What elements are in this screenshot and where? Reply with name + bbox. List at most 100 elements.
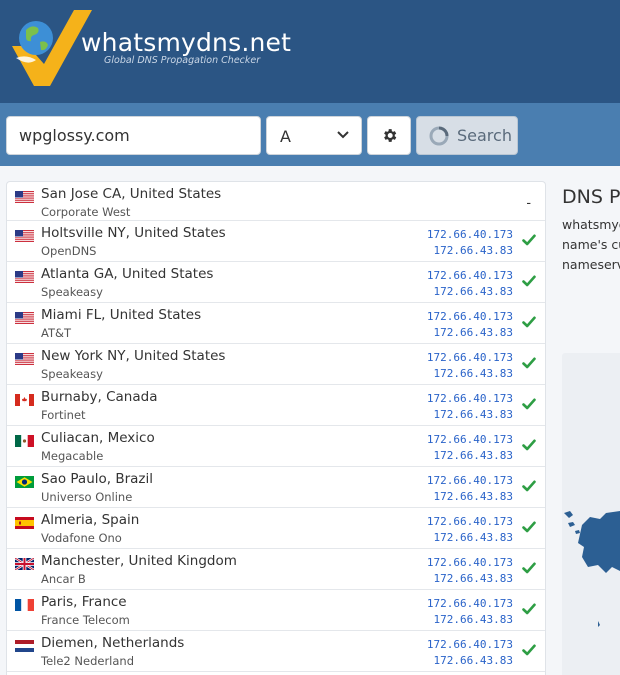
ip-address-link[interactable]: 172.66.43.83 <box>427 366 513 382</box>
world-map[interactable] <box>562 353 620 675</box>
us-flag-icon <box>15 229 34 242</box>
result-row[interactable]: Culiacan, Mexico Megacable 172.66.40.173 17… <box>7 426 545 467</box>
info-line: nameserv <box>562 257 620 272</box>
result-ips: 172.66.40.173 172.66.43.83 <box>427 350 513 382</box>
logo-text[interactable]: whatsmydns.net <box>81 28 291 57</box>
us-flag-icon <box>15 311 34 324</box>
result-ips: 172.66.40.173 172.66.43.83 <box>427 227 513 259</box>
result-row[interactable]: Manchester, United Kingdom Ancar B 172.66.… <box>7 549 545 590</box>
result-provider: Ancar B <box>41 572 86 586</box>
ip-address-link[interactable]: 172.66.43.83 <box>427 325 513 341</box>
result-ips: 172.66.40.173 172.66.43.83 <box>427 432 513 464</box>
info-text: whatsmyd name's cu nameserv <box>562 215 620 275</box>
netherlands-flag-icon <box>15 639 34 652</box>
ip-address-link[interactable]: 172.66.40.173 <box>427 637 513 653</box>
result-provider: Speakeasy <box>41 367 103 381</box>
result-row[interactable]: Miami FL, United States AT&T 172.66.40.173… <box>7 303 545 344</box>
check-icon <box>522 275 536 287</box>
ip-address-link[interactable]: 172.66.43.83 <box>427 571 513 587</box>
ip-address-link[interactable]: 172.66.40.173 <box>427 596 513 612</box>
check-icon <box>522 521 536 533</box>
spinner-icon <box>429 126 449 145</box>
record-type-value: A <box>280 127 291 146</box>
result-ips: 172.66.40.173 172.66.43.83 <box>427 637 513 669</box>
check-icon <box>522 603 536 615</box>
ip-address-link[interactable]: 172.66.40.173 <box>427 227 513 243</box>
result-location: San Jose CA, United States <box>41 186 222 202</box>
result-location: Miami FL, United States <box>41 307 202 323</box>
settings-button[interactable] <box>367 116 411 155</box>
ip-address-link[interactable]: 172.66.40.173 <box>427 555 513 571</box>
ip-address-link[interactable]: 172.66.40.173 <box>427 432 513 448</box>
result-location: Diemen, Netherlands <box>41 635 185 651</box>
result-row[interactable]: Almeria, Spain Vodafone Ono 172.66.40.173 1… <box>7 508 545 549</box>
result-row[interactable]: Paris, France France Telecom 172.66.40.173… <box>7 590 545 631</box>
result-ips: 172.66.40.173 172.66.43.83 <box>427 268 513 300</box>
ip-address-link[interactable]: 172.66.40.173 <box>427 350 513 366</box>
result-ips: 172.66.40.173 172.66.43.83 <box>427 391 513 423</box>
result-provider: Tele2 Nederland <box>41 654 134 668</box>
info-title: DNS Pr <box>562 186 620 208</box>
us-flag-icon <box>15 352 34 365</box>
result-ips: 172.66.40.173 172.66.43.83 <box>427 555 513 587</box>
mexico-flag-icon <box>15 434 34 447</box>
ip-address-link[interactable]: 172.66.40.173 <box>427 268 513 284</box>
search-button-label: Search <box>457 126 512 145</box>
result-provider: OpenDNS <box>41 244 97 258</box>
chevron-down-icon <box>337 131 349 139</box>
ip-address-link[interactable]: 172.66.40.173 <box>427 514 513 530</box>
result-location: Manchester, United Kingdom <box>41 553 237 569</box>
result-ips: 172.66.40.173 172.66.43.83 <box>427 514 513 546</box>
check-icon <box>522 398 536 410</box>
ip-address-link[interactable]: 172.66.43.83 <box>427 284 513 300</box>
ip-address-link[interactable]: 172.66.43.83 <box>427 448 513 464</box>
canada-flag-icon <box>15 393 34 406</box>
result-location: New York NY, United States <box>41 348 226 364</box>
result-provider: Megacable <box>41 449 104 463</box>
result-row[interactable]: Atlanta GA, United States Speakeasy 172.66… <box>7 262 545 303</box>
us-flag-icon <box>15 270 34 283</box>
result-row[interactable]: Sao Paulo, Brazil Universo Online 172.66.4… <box>7 467 545 508</box>
result-row[interactable]: New York NY, United States Speakeasy 172.6… <box>7 344 545 385</box>
result-provider: AT&T <box>41 326 71 340</box>
france-flag-icon <box>15 598 34 611</box>
ip-address-link[interactable]: 172.66.40.173 <box>427 309 513 325</box>
logo-tagline: Global DNS Propagation Checker <box>104 55 261 66</box>
result-ips: 172.66.40.173 172.66.43.83 <box>427 596 513 628</box>
ip-address-link[interactable]: 172.66.43.83 <box>427 530 513 546</box>
ip-address-link[interactable]: 172.66.43.83 <box>427 612 513 628</box>
results-list: San Jose CA, United States Corporate West… <box>6 181 546 675</box>
ip-address-link[interactable]: 172.66.43.83 <box>427 407 513 423</box>
result-row[interactable]: Holtsville NY, United States OpenDNS 172.6… <box>7 221 545 262</box>
info-line: name's cu <box>562 237 620 252</box>
domain-input[interactable] <box>6 116 261 155</box>
result-ips: 172.66.40.173 172.66.43.83 <box>427 473 513 505</box>
ip-address-link[interactable]: 172.66.40.173 <box>427 391 513 407</box>
result-location: Almeria, Spain <box>41 512 140 528</box>
result-provider: Speakeasy <box>41 285 103 299</box>
result-location: Holtsville NY, United States <box>41 225 226 241</box>
result-location: Atlanta GA, United States <box>41 266 214 282</box>
result-provider: Corporate West <box>41 205 131 219</box>
info-line: whatsmyd <box>562 217 620 232</box>
spain-flag-icon <box>15 516 34 529</box>
brazil-flag-icon <box>15 475 34 488</box>
check-icon <box>522 316 536 328</box>
result-location: Sao Paulo, Brazil <box>41 471 154 487</box>
result-row[interactable]: San Jose CA, United States Corporate West… <box>7 182 545 221</box>
ip-address-link[interactable]: 172.66.43.83 <box>427 489 513 505</box>
result-location: Paris, France <box>41 594 127 610</box>
ip-address-link[interactable]: 172.66.40.173 <box>427 473 513 489</box>
search-bar: A Search <box>0 103 620 166</box>
ip-address-link[interactable]: 172.66.43.83 <box>427 243 513 259</box>
no-result-indicator: - <box>526 194 531 210</box>
uk-flag-icon <box>14 556 35 572</box>
result-row[interactable]: Diemen, Netherlands Tele2 Nederland 172.66… <box>7 631 545 672</box>
record-type-select[interactable]: A <box>266 116 362 155</box>
result-row[interactable]: Burnaby, Canada Fortinet 172.66.40.173 172.… <box>7 385 545 426</box>
result-provider: Universo Online <box>41 490 133 504</box>
search-button[interactable]: Search <box>416 116 518 155</box>
ip-address-link[interactable]: 172.66.43.83 <box>427 653 513 669</box>
result-provider: Vodafone Ono <box>41 531 122 545</box>
check-icon <box>522 439 536 451</box>
